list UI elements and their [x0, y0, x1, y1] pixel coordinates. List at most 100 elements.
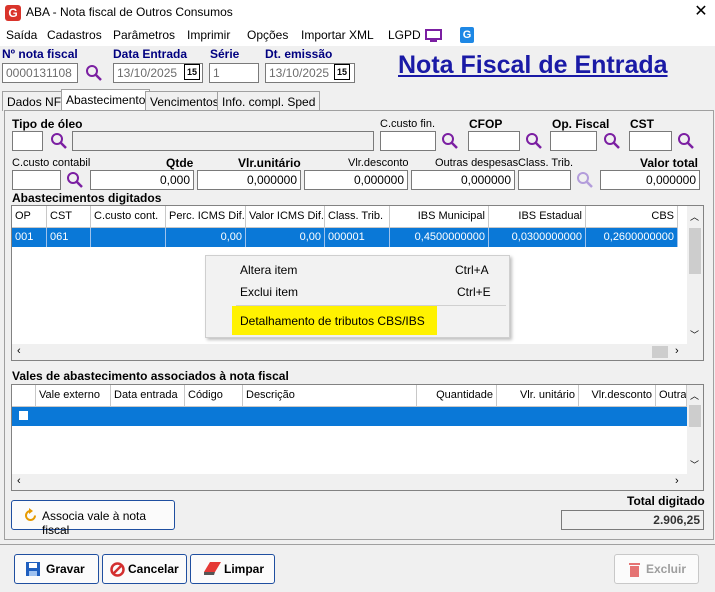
close-icon[interactable]: ✕: [692, 2, 710, 22]
vertical-scrollbar[interactable]: ︿ ﹀: [687, 385, 703, 474]
cfop-input[interactable]: [468, 131, 520, 151]
nota-label: Nº nota fiscal: [2, 47, 78, 61]
ccusto-contabil-input[interactable]: [12, 170, 61, 190]
ccusto-fin-input[interactable]: [380, 131, 436, 151]
col-header[interactable]: Data entrada: [111, 385, 185, 407]
tab-vencimentos[interactable]: Vencimentos: [145, 91, 224, 111]
tab-dados-nf[interactable]: Dados NF: [2, 91, 67, 111]
valor-total-input[interactable]: 0,000000: [600, 170, 700, 190]
vales-title: Vales de abastecimento associados à nota…: [12, 369, 289, 383]
col-header[interactable]: CBS: [586, 206, 678, 228]
class-trib-input[interactable]: [518, 170, 571, 190]
valor-total-label: Valor total: [640, 156, 699, 170]
col-header[interactable]: Descrição: [243, 385, 417, 407]
col-header[interactable]: Valor ICMS Dif.: [246, 206, 325, 228]
col-header[interactable]: Vlr.desconto: [579, 385, 656, 407]
scroll-thumb[interactable]: [689, 405, 701, 427]
menu-opcoes[interactable]: Opções: [247, 28, 288, 42]
menu-importar-xml[interactable]: Importar XML: [301, 28, 374, 42]
scroll-up-icon[interactable]: ︿: [690, 389, 699, 402]
table-cell: 061: [47, 228, 91, 247]
outras-despesas-input[interactable]: 0,000000: [411, 170, 515, 190]
context-item-exclui[interactable]: Exclui item: [240, 285, 298, 299]
search-icon[interactable]: [603, 132, 621, 150]
col-header[interactable]: Vlr. unitário: [497, 385, 579, 407]
qtde-input[interactable]: 0,000: [90, 170, 194, 190]
limpar-button[interactable]: Limpar: [190, 554, 275, 584]
col-header[interactable]: Outras: [656, 385, 687, 407]
vlr-desconto-input[interactable]: 0,000000: [304, 170, 408, 190]
col-header[interactable]: OP: [12, 206, 47, 228]
vlr-unitario-label: Vlr.unitário: [238, 156, 301, 170]
col-header[interactable]: IBS Municipal: [390, 206, 489, 228]
vertical-scrollbar[interactable]: ︿ ﹀: [687, 206, 703, 344]
col-header[interactable]: Vale externo: [36, 385, 111, 407]
qtde-label: Qtde: [166, 156, 194, 170]
search-icon[interactable]: [66, 171, 84, 189]
context-item-detalhamento[interactable]: Detalhamento de tributos CBS/IBS: [240, 314, 425, 328]
scroll-thumb[interactable]: [652, 346, 668, 358]
col-header[interactable]: Código: [185, 385, 243, 407]
scroll-down-icon[interactable]: ﹀: [690, 458, 699, 471]
scroll-left-icon[interactable]: ‹: [17, 475, 21, 487]
total-label: Total digitado: [627, 494, 705, 508]
limpar-label: Limpar: [224, 562, 265, 576]
menu-saida[interactable]: Saída: [6, 28, 37, 42]
brand-g-icon[interactable]: G: [460, 27, 474, 43]
serie-input[interactable]: 1: [209, 63, 259, 83]
table-cell: 001: [12, 228, 47, 247]
excluir-button[interactable]: Excluir: [614, 554, 699, 584]
col-header[interactable]: Quantidade: [417, 385, 497, 407]
search-icon[interactable]: [441, 132, 459, 150]
scroll-up-icon[interactable]: ︿: [690, 210, 699, 223]
context-item-altera[interactable]: Altera item: [240, 263, 297, 277]
col-header[interactable]: IBS Estadual: [489, 206, 586, 228]
menu-lgpd[interactable]: LGPD: [388, 28, 421, 42]
tipo-oleo-description: [72, 131, 374, 151]
table-cell: [91, 228, 166, 247]
tab-abastecimento[interactable]: Abastecimento: [61, 89, 151, 111]
tab-info-compl-sped[interactable]: Info. compl. Sped: [217, 91, 321, 111]
dt-emissao-label: Dt. emissão: [265, 47, 333, 61]
table-row[interactable]: [12, 407, 687, 426]
table-row[interactable]: 001 061 0,00 0,00 000001 0,4500000000 0,…: [12, 228, 678, 247]
scroll-right-icon[interactable]: ›: [675, 345, 679, 357]
col-header[interactable]: Class. Trib.: [325, 206, 390, 228]
search-icon[interactable]: [50, 132, 68, 150]
col-header[interactable]: C.custo cont.: [91, 206, 166, 228]
vlr-desconto-label: Vlr.desconto: [348, 157, 409, 169]
menu-cadastros[interactable]: Cadastros: [47, 28, 102, 42]
cfop-label: CFOP: [469, 117, 503, 131]
cancelar-button[interactable]: Cancelar: [102, 554, 187, 584]
vlr-unitario-input[interactable]: 0,000000: [197, 170, 301, 190]
calendar-icon[interactable]: 15: [184, 64, 200, 80]
scroll-thumb[interactable]: [689, 228, 701, 274]
vales-grid[interactable]: Vale externo Data entrada Código Descriç…: [11, 384, 704, 491]
menu-imprimir[interactable]: Imprimir: [187, 28, 230, 42]
search-icon[interactable]: [677, 132, 695, 150]
col-header[interactable]: Perc. ICMS Dif.: [166, 206, 246, 228]
horizontal-scrollbar[interactable]: ‹ ›: [12, 344, 703, 360]
associa-vale-button[interactable]: Associa vale à nota fiscal: [11, 500, 175, 537]
abastecimentos-title: Abastecimentos digitados: [12, 191, 162, 205]
nota-input[interactable]: 0000131108: [2, 63, 78, 83]
monitor-icon[interactable]: [425, 29, 442, 43]
horizontal-scrollbar[interactable]: ‹ ›: [12, 474, 703, 490]
search-icon[interactable]: [576, 171, 594, 189]
op-fiscal-input[interactable]: [550, 131, 597, 151]
col-header[interactable]: CST: [47, 206, 91, 228]
search-icon[interactable]: [525, 132, 543, 150]
window-title: ABA - Nota fiscal de Outros Consumos: [26, 5, 233, 19]
table-cell: 0,4500000000: [390, 228, 489, 247]
cst-input[interactable]: [629, 131, 672, 151]
context-shortcut: Ctrl+A: [455, 263, 489, 277]
calendar-icon[interactable]: 15: [334, 64, 350, 80]
gravar-button[interactable]: Gravar: [14, 554, 99, 584]
search-icon[interactable]: [85, 64, 103, 82]
row-checkbox[interactable]: [19, 411, 28, 420]
scroll-down-icon[interactable]: ﹀: [690, 328, 699, 341]
menu-parametros[interactable]: Parâmetros: [113, 28, 175, 42]
tipo-oleo-code-input[interactable]: [12, 131, 43, 151]
scroll-left-icon[interactable]: ‹: [17, 345, 21, 357]
scroll-right-icon[interactable]: ›: [675, 475, 679, 487]
